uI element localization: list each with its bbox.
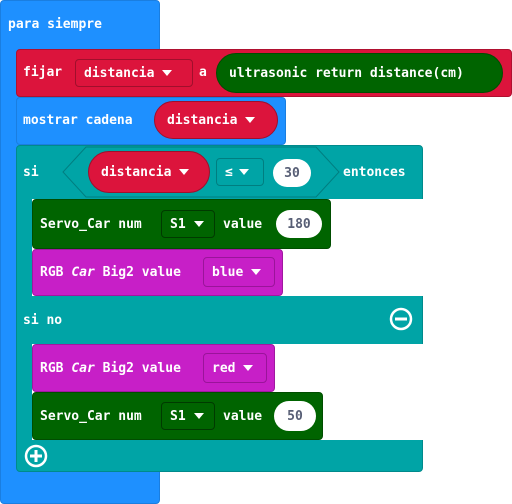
- condition-left-name: distancia: [101, 164, 172, 180]
- else-rgb-label-a: RGB: [40, 361, 64, 376]
- else-servo-dropdown[interactable]: S1: [161, 402, 215, 430]
- color-name: blue: [212, 264, 244, 280]
- else-servo-value-input[interactable]: 50: [274, 401, 316, 431]
- rgb-label-a: RGB: [40, 265, 64, 280]
- operator-symbol: ≤: [225, 164, 233, 180]
- else-rgb-label: RGB Car Big2 value: [40, 361, 181, 377]
- chevron-down-icon: [193, 221, 204, 227]
- variable-dropdown[interactable]: distancia: [75, 59, 193, 87]
- chevron-down-icon: [238, 169, 249, 175]
- color-dropdown[interactable]: blue: [203, 257, 275, 287]
- chevron-down-icon: [245, 117, 256, 123]
- variable-reporter[interactable]: distancia: [154, 101, 278, 139]
- rgb-label-c: Big2 value: [102, 265, 181, 280]
- else-rgb-label-c: Big2 value: [102, 361, 181, 376]
- condition-right-input[interactable]: 30: [273, 159, 311, 187]
- else-servo-name: S1: [170, 408, 186, 424]
- chevron-down-icon: [162, 70, 173, 76]
- chevron-down-icon: [243, 365, 254, 371]
- to-label: a: [199, 65, 207, 80]
- else-servo-value-label: value: [223, 409, 263, 424]
- else-rgb-label-b: Car: [71, 361, 95, 376]
- ultrasonic-reporter[interactable]: ultrasonic return distance(cm): [216, 53, 503, 93]
- servo-value-label: value: [223, 217, 263, 232]
- servo-label: Servo_Car num: [40, 217, 142, 232]
- chevron-down-icon: [251, 269, 262, 275]
- set-label: fijar: [23, 65, 63, 80]
- if-label: si: [23, 165, 39, 180]
- else-color-dropdown[interactable]: red: [203, 353, 267, 383]
- variable-reporter-name: distancia: [167, 112, 238, 128]
- rgb-label: RGB Car Big2 value: [40, 265, 181, 281]
- else-servo-label: Servo_Car num: [40, 409, 142, 424]
- add-branch-icon[interactable]: [24, 444, 48, 468]
- ultrasonic-label: ultrasonic return distance(cm): [229, 65, 464, 81]
- show-string-label: mostrar cadena: [23, 113, 133, 128]
- else-color-name: red: [212, 360, 236, 376]
- servo-name: S1: [170, 216, 186, 232]
- forever-label: para siempre: [8, 17, 102, 32]
- else-label: si no: [23, 313, 63, 328]
- variable-name: distancia: [84, 65, 155, 81]
- chevron-down-icon: [193, 413, 204, 419]
- servo-value-input[interactable]: 180: [276, 210, 322, 238]
- then-label: entonces: [343, 165, 406, 180]
- condition-left-reporter[interactable]: distancia: [88, 151, 210, 193]
- chevron-down-icon: [179, 169, 190, 175]
- servo-dropdown[interactable]: S1: [161, 210, 215, 238]
- remove-else-icon[interactable]: [389, 307, 413, 331]
- operator-dropdown[interactable]: ≤: [216, 158, 264, 186]
- rgb-label-b: Car: [71, 265, 95, 280]
